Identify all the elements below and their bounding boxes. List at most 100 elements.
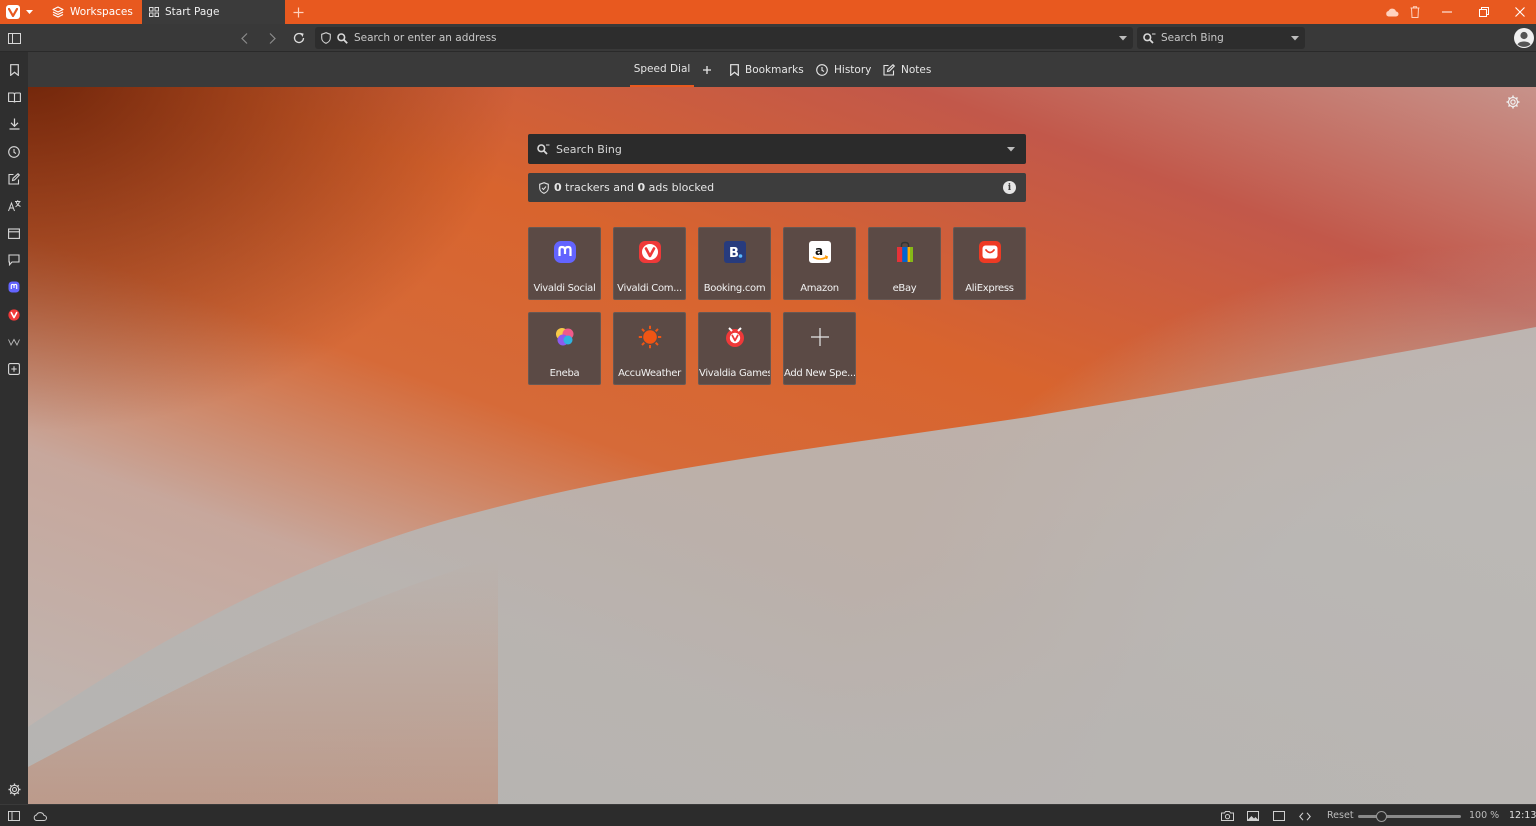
panel-feeds-button[interactable] xyxy=(4,250,24,270)
gear-icon xyxy=(8,783,20,795)
vivaldi-menu-button[interactable] xyxy=(0,0,40,24)
aliexpress-icon xyxy=(978,240,1002,264)
workspaces-button[interactable]: Workspaces xyxy=(44,0,158,24)
speed-dial-tile[interactable]: Vivaldi Social xyxy=(528,227,601,300)
translate-icon xyxy=(7,200,21,212)
tab-start-page[interactable]: Start Page xyxy=(142,0,285,24)
dropdown-arrow-icon[interactable] xyxy=(1007,146,1015,152)
panel-toggle-button[interactable] xyxy=(6,809,22,823)
panel-notes-button[interactable] xyxy=(4,169,24,189)
zoom-slider[interactable] xyxy=(1358,811,1461,822)
panel-bookmarks-button[interactable] xyxy=(4,60,24,80)
zoom-slider-thumb[interactable] xyxy=(1376,811,1387,822)
bookmark-icon xyxy=(9,64,19,76)
mastodon-icon xyxy=(8,281,20,293)
tile-label: AliExpress xyxy=(965,283,1014,294)
settings-button[interactable] xyxy=(4,779,24,799)
reload-button[interactable] xyxy=(288,28,310,48)
vivaldi-icon xyxy=(8,309,20,321)
plus-icon xyxy=(703,65,711,74)
trackers-text: trackers and xyxy=(565,181,634,194)
window-icon xyxy=(1273,811,1285,821)
new-tab-button[interactable] xyxy=(288,0,308,24)
tile-label: eBay xyxy=(892,283,917,294)
panel-toggle-icon xyxy=(7,32,21,44)
speed-dial-tile[interactable]: a Amazon xyxy=(783,227,856,300)
images-toggle-button[interactable] xyxy=(1245,809,1261,823)
panel-wikipedia-button[interactable] xyxy=(4,332,24,352)
back-button[interactable] xyxy=(233,28,255,48)
tab-history-label: History xyxy=(834,63,872,76)
speed-dial-grid-icon xyxy=(149,7,159,17)
forward-arrow-icon xyxy=(269,32,276,44)
panel-translate-button[interactable] xyxy=(4,196,24,216)
sync-status-button[interactable] xyxy=(32,809,48,823)
tab-speed-dial-label: Speed Dial xyxy=(633,62,691,75)
capture-button[interactable] xyxy=(1219,809,1235,823)
add-speed-dial-tile[interactable]: Add New Spe... xyxy=(783,312,856,385)
clock-icon xyxy=(816,63,828,76)
ebay-bag-icon xyxy=(893,240,917,264)
tab-bookmarks[interactable]: Bookmarks xyxy=(730,52,804,87)
panel-mastodon-button[interactable] xyxy=(4,277,24,297)
zoom-reset-button[interactable]: Reset xyxy=(1327,810,1354,821)
trash-button[interactable] xyxy=(1400,0,1430,24)
dropdown-arrow-icon[interactable] xyxy=(1291,35,1299,41)
start-page-settings-button[interactable] xyxy=(1506,95,1524,113)
speed-dial-tile[interactable]: AliExpress xyxy=(953,227,1026,300)
add-web-panel-button[interactable] xyxy=(4,359,24,379)
add-panel-icon xyxy=(8,363,20,375)
minimize-button[interactable] xyxy=(1429,0,1465,24)
speed-dial-tile[interactable]: Vivaldi Com... xyxy=(613,227,686,300)
info-icon[interactable]: i xyxy=(1003,181,1016,194)
vivaldi-icon xyxy=(638,240,662,264)
amazon-icon: a xyxy=(808,240,832,264)
tab-speed-dial[interactable]: Speed Dial xyxy=(630,52,694,87)
speed-dial-search-field[interactable]: Search Bing xyxy=(528,134,1026,164)
close-window-button[interactable] xyxy=(1502,0,1536,24)
tab-history[interactable]: History xyxy=(816,52,871,87)
panel-calendar-button[interactable] xyxy=(4,223,24,243)
search-field[interactable]: Search Bing xyxy=(1137,27,1305,49)
profile-button[interactable] xyxy=(1513,27,1535,49)
vivaldi-logo-icon xyxy=(6,5,20,19)
mastodon-icon xyxy=(553,240,577,264)
search-engine-icon xyxy=(537,143,550,155)
speed-dial-tile[interactable]: AccuWeather xyxy=(613,312,686,385)
panel-vivaldi-button[interactable] xyxy=(4,305,24,325)
panel-reading-list-button[interactable] xyxy=(4,87,24,107)
url-placeholder: Search or enter an address xyxy=(354,32,497,44)
panel-downloads-button[interactable] xyxy=(4,114,24,134)
tab-notes-label: Notes xyxy=(901,63,932,76)
panel-toggle-button[interactable] xyxy=(3,28,25,48)
cloud-icon xyxy=(1386,8,1399,16)
search-placeholder: Search Bing xyxy=(1161,32,1224,44)
speed-dial-tile[interactable]: Eneba xyxy=(528,312,601,385)
page-actions-button[interactable] xyxy=(1297,809,1313,823)
tracker-blocker-summary: 0 trackers and 0 ads blocked i xyxy=(528,173,1026,202)
dropdown-arrow-icon[interactable] xyxy=(1119,35,1127,41)
cloud-icon xyxy=(33,811,47,821)
page-tiling-button[interactable] xyxy=(1271,809,1287,823)
panel-history-button[interactable] xyxy=(4,142,24,162)
speed-dial-page: Search Bing 0 trackers and 0 ads blocked… xyxy=(28,87,1536,804)
tile-label: Booking.com xyxy=(703,283,766,294)
panel-toggle-icon xyxy=(8,811,20,821)
start-page-navigation: Speed Dial Bookmarks History Notes xyxy=(28,52,1536,87)
zoom-level: 100 % xyxy=(1469,810,1500,821)
speed-dial-tile[interactable]: B Booking.com xyxy=(698,227,771,300)
trash-icon xyxy=(1410,6,1420,18)
speed-dial-tile[interactable]: eBay xyxy=(868,227,941,300)
tab-title: Start Page xyxy=(165,6,220,18)
url-field[interactable]: Search or enter an address xyxy=(315,27,1133,49)
forward-button[interactable] xyxy=(261,28,283,48)
restore-icon xyxy=(1479,7,1489,17)
tile-label: Vivaldi Social xyxy=(533,283,596,294)
add-speed-dial-group-button[interactable] xyxy=(700,52,714,87)
tab-notes[interactable]: Notes xyxy=(883,52,931,87)
restore-button[interactable] xyxy=(1466,0,1502,24)
address-bar: Search or enter an address Search Bing xyxy=(0,24,1536,52)
speed-dial-tile[interactable]: Vivaldia Games xyxy=(698,312,771,385)
shield-icon xyxy=(539,181,549,194)
gear-icon xyxy=(1506,95,1520,109)
